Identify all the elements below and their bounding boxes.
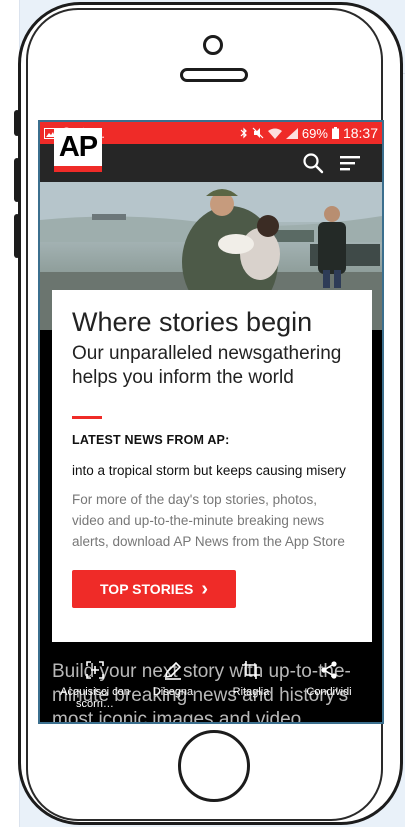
earpiece-speaker bbox=[180, 68, 248, 82]
clock: 18:37 bbox=[342, 125, 378, 141]
share-icon bbox=[321, 661, 337, 679]
crop-button[interactable]: Ritaglia bbox=[216, 660, 286, 698]
scroll-capture-icon bbox=[86, 661, 104, 679]
intro-card: Where stories begin Our unparalleled new… bbox=[52, 290, 372, 642]
draw-button[interactable]: Disegna bbox=[138, 660, 208, 698]
menu-icon[interactable] bbox=[340, 154, 362, 172]
top-stories-label: TOP STORIES bbox=[100, 581, 194, 597]
screenshot-action-bar: Acquisisci con scorri… Disegna Ritaglia … bbox=[40, 650, 382, 722]
ap-logo[interactable]: AP bbox=[54, 128, 102, 172]
bluetooth-icon bbox=[240, 127, 247, 139]
card-subtitle: Our unparalleled newsgathering helps you… bbox=[72, 343, 342, 388]
red-divider bbox=[72, 416, 102, 419]
chevron-right-icon: › bbox=[201, 578, 209, 600]
search-icon[interactable] bbox=[302, 152, 324, 174]
news-ticker[interactable]: into a tropical storm but keeps causing … bbox=[72, 463, 352, 478]
wifi-icon bbox=[267, 128, 282, 139]
battery-icon bbox=[331, 127, 339, 139]
top-stories-button[interactable]: TOP STORIES › bbox=[72, 570, 237, 608]
card-body: For more of the day's top stories, photo… bbox=[72, 492, 345, 549]
battery-percent: 69% bbox=[301, 125, 328, 141]
share-button[interactable]: Condividi bbox=[294, 660, 364, 698]
share-label: Condividi bbox=[306, 686, 352, 698]
latest-news-label: LATEST NEWS FROM AP: bbox=[72, 433, 230, 447]
volume-up-button bbox=[14, 158, 20, 202]
pencil-icon bbox=[164, 661, 182, 680]
draw-label: Disegna bbox=[152, 686, 194, 698]
signal-icon bbox=[285, 127, 298, 139]
volume-down-button bbox=[14, 214, 20, 258]
crop-label: Ritaglia bbox=[232, 686, 270, 698]
mute-switch bbox=[14, 110, 20, 136]
phone-screen: ... 69% 18:37 AP bbox=[38, 120, 384, 724]
crop-icon bbox=[242, 661, 260, 679]
card-title: Where stories begin bbox=[72, 307, 313, 337]
scroll-capture-label: Acquisisci con scorri… bbox=[60, 686, 130, 710]
home-button[interactable] bbox=[178, 730, 250, 802]
front-camera bbox=[203, 35, 223, 55]
scroll-capture-button[interactable]: Acquisisci con scorri… bbox=[60, 660, 130, 710]
nfc-mute-icon bbox=[252, 127, 264, 139]
